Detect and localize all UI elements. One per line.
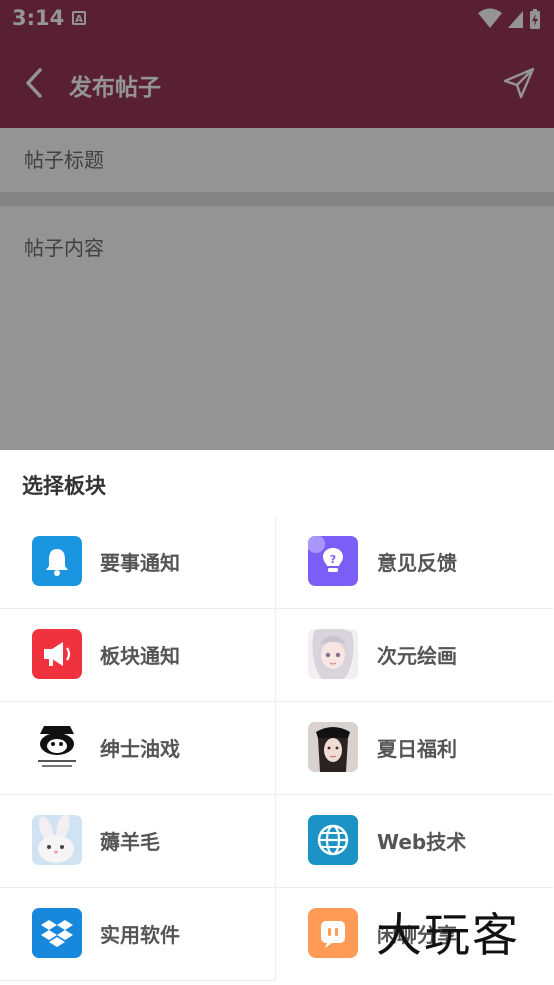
lightbulb-question-icon: ? <box>308 536 358 586</box>
meme-panda-thumbnail <box>32 722 82 772</box>
section-label: 绅士油戏 <box>100 737 180 761</box>
watermark-logo: 大玩客 <box>376 908 520 962</box>
anime-girl-thumbnail <box>308 629 358 679</box>
section-label: 实用软件 <box>100 923 180 947</box>
section-item-useful-software[interactable]: 实用软件 <box>0 888 276 981</box>
section-item-feedback[interactable]: ? 意见反馈 <box>277 516 553 609</box>
section-item-board-notice[interactable]: 板块通知 <box>0 609 276 702</box>
chat-icon <box>308 908 358 958</box>
svg-text:?: ? <box>330 553 336 566</box>
megaphone-icon <box>32 629 82 679</box>
section-label: 意见反馈 <box>377 551 457 575</box>
sheet-title: 选择板块 <box>22 474 106 498</box>
section-item-gentleman-games[interactable]: 绅士油戏 <box>0 702 276 795</box>
section-label: 次元绘画 <box>377 644 457 668</box>
modal-scrim[interactable] <box>0 0 554 450</box>
section-item-web-tech[interactable]: Web技术 <box>277 795 553 888</box>
globe-icon <box>308 815 358 865</box>
bell-icon <box>32 536 82 586</box>
section-picker-sheet: 选择板块 要事通知 ? 意见反馈 板块通知 次元绘画 绅士油戏 夏日福利 薅羊毛… <box>0 450 554 985</box>
section-item-freebies[interactable]: 薅羊毛 <box>0 795 276 888</box>
section-item-important-notice[interactable]: 要事通知 <box>0 516 276 609</box>
section-label: 板块通知 <box>100 644 180 668</box>
section-label: Web技术 <box>377 830 467 854</box>
section-label: 夏日福利 <box>377 737 457 761</box>
rabbit-thumbnail <box>32 815 82 865</box>
section-label: 薅羊毛 <box>100 830 160 854</box>
dropbox-icon <box>32 908 82 958</box>
section-item-summer-welfare[interactable]: 夏日福利 <box>277 702 553 795</box>
girl-photo-thumbnail <box>308 722 358 772</box>
section-item-anime-art[interactable]: 次元绘画 <box>277 609 553 702</box>
section-label: 要事通知 <box>100 551 180 575</box>
